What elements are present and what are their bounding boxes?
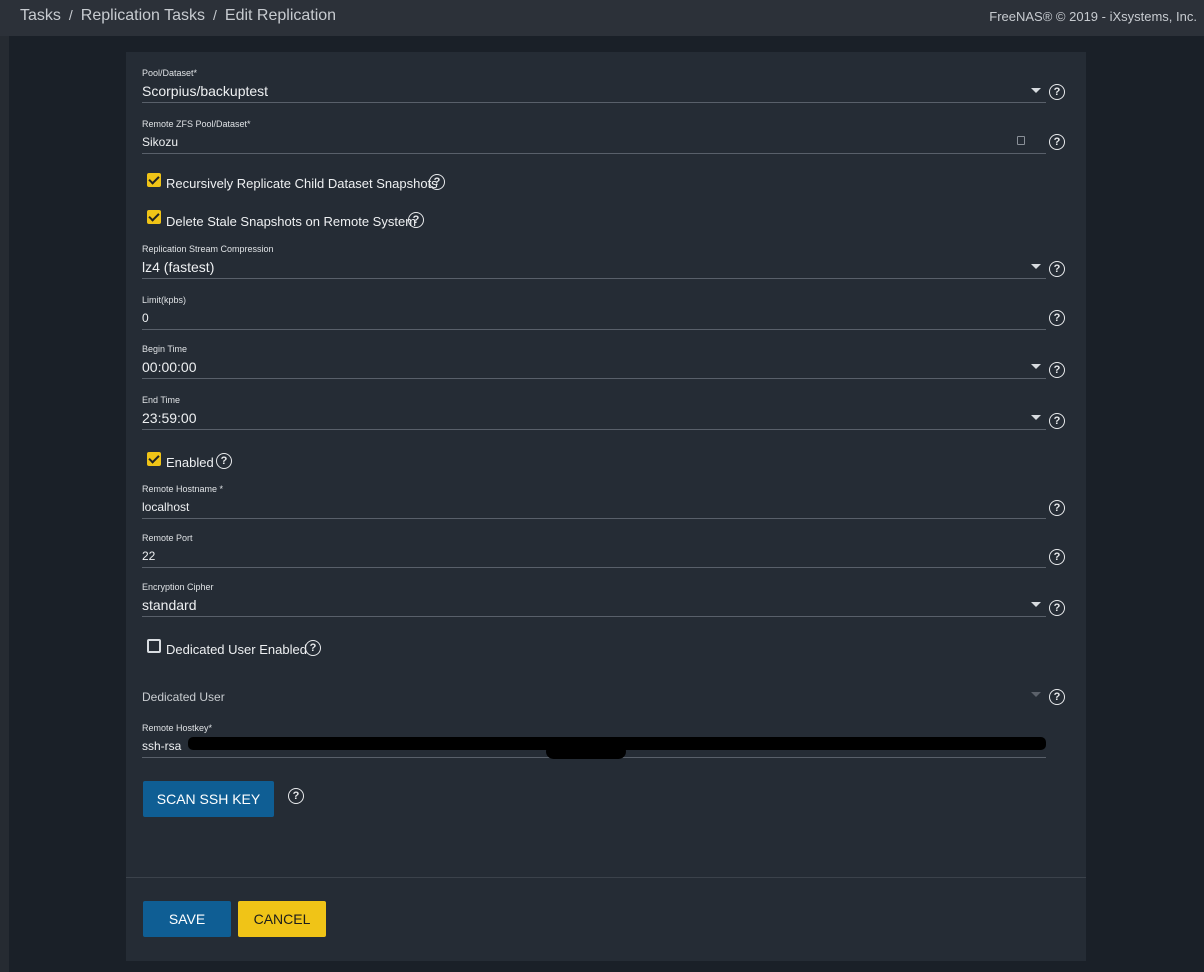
save-button[interactable]: SAVE: [143, 901, 231, 937]
begin-time-select[interactable]: Begin Time 00:00:00: [142, 343, 1046, 379]
help-icon[interactable]: ?: [1049, 362, 1065, 378]
breadcrumb-tasks[interactable]: Tasks: [20, 7, 61, 24]
caret-down-icon[interactable]: [1031, 602, 1041, 607]
help-icon[interactable]: ?: [1049, 413, 1065, 429]
breadcrumb: Tasks / Replication Tasks / Edit Replication: [20, 7, 336, 25]
help-icon[interactable]: ?: [408, 212, 424, 228]
cipher-label: Encryption Cipher: [142, 582, 214, 592]
pool-dataset-select[interactable]: Pool/Dataset* Scorpius/backuptest: [142, 67, 1046, 103]
limit-value: 0: [142, 311, 149, 325]
field-underline: [142, 329, 1046, 330]
breadcrumb-separator: /: [213, 7, 217, 23]
caret-down-icon[interactable]: [1031, 415, 1041, 420]
end-time-value: 23:59:00: [142, 410, 197, 426]
enabled-checkbox[interactable]: [147, 452, 161, 466]
copyright-text: FreeNAS® © 2019 - iXsystems, Inc.: [989, 9, 1197, 24]
recursive-checkbox[interactable]: [147, 173, 161, 187]
dedicated-user-enabled-checkbox[interactable]: [147, 639, 161, 653]
sidebar-edge: [0, 36, 9, 972]
caret-down-icon[interactable]: [1031, 692, 1041, 697]
cancel-button[interactable]: CANCEL: [238, 901, 326, 937]
field-underline: [142, 616, 1046, 617]
field-underline: [142, 153, 1046, 154]
remote-dataset-label: Remote ZFS Pool/Dataset*: [142, 119, 251, 129]
help-icon[interactable]: ?: [288, 788, 304, 804]
remote-hostname-input[interactable]: Remote Hostname * localhost: [142, 483, 1046, 519]
help-icon[interactable]: ?: [1049, 500, 1065, 516]
enabled-label: Enabled: [166, 455, 214, 470]
limit-label: Limit(kpbs): [142, 295, 187, 305]
recursive-label: Recursively Replicate Child Dataset Snap…: [166, 176, 438, 191]
caret-down-icon[interactable]: [1031, 264, 1041, 269]
help-icon[interactable]: ?: [1049, 689, 1065, 705]
help-icon[interactable]: ?: [1049, 261, 1065, 277]
help-icon[interactable]: ?: [1049, 134, 1065, 150]
cipher-select[interactable]: Encryption Cipher standard: [142, 581, 1046, 617]
cipher-value: standard: [142, 597, 197, 613]
pool-dataset-label: Pool/Dataset*: [142, 68, 198, 78]
remote-port-input[interactable]: Remote Port 22: [142, 532, 1046, 568]
replication-form-card: Pool/Dataset* Scorpius/backuptest ? Remo…: [126, 52, 1086, 961]
dedicated-user-select[interactable]: Dedicated User: [142, 685, 1046, 706]
begin-time-label: Begin Time: [142, 344, 188, 354]
remote-port-label: Remote Port: [142, 533, 193, 543]
remote-port-value: 22: [142, 549, 156, 563]
field-underline: [142, 102, 1046, 103]
remote-dataset-value: Sikozu: [142, 135, 179, 149]
caret-down-icon[interactable]: [1031, 364, 1041, 369]
breadcrumb-replication-tasks[interactable]: Replication Tasks: [81, 7, 205, 24]
limit-input[interactable]: Limit(kpbs) 0: [142, 294, 1046, 330]
breadcrumb-edit-replication: Edit Replication: [224, 7, 337, 24]
scan-ssh-key-button[interactable]: SCAN SSH KEY: [143, 781, 274, 817]
top-bar: Tasks / Replication Tasks / Edit Replication…: [0, 0, 1204, 36]
help-icon[interactable]: ?: [305, 640, 321, 656]
help-icon[interactable]: ?: [216, 453, 232, 469]
remote-hostkey-label: Remote Hostkey*: [142, 723, 213, 733]
field-underline: [142, 518, 1046, 519]
delete-stale-checkbox[interactable]: [147, 210, 161, 224]
remote-dataset-input[interactable]: Remote ZFS Pool/Dataset* Sikozu: [142, 118, 1046, 154]
dedicated-user-placeholder: Dedicated User: [142, 690, 225, 704]
breadcrumb-separator: /: [68, 7, 73, 23]
end-time-select[interactable]: End Time 23:59:00: [142, 394, 1046, 430]
field-underline: [142, 378, 1046, 379]
field-underline: [142, 278, 1046, 279]
begin-time-value: 00:00:00: [142, 359, 197, 375]
end-time-label: End Time: [142, 395, 181, 405]
remote-hostname-label: Remote Hostname *: [142, 484, 224, 494]
divider: [126, 877, 1086, 878]
dedicated-user-enabled-label: Dedicated User Enabled: [166, 642, 307, 657]
help-icon[interactable]: ?: [1049, 549, 1065, 565]
compression-select[interactable]: Replication Stream Compression lz4 (fast…: [142, 243, 1046, 279]
pool-dataset-value: Scorpius/backuptest: [142, 83, 269, 99]
key-icon[interactable]: [1017, 136, 1025, 145]
field-underline: [142, 429, 1046, 430]
delete-stale-label: Delete Stale Snapshots on Remote System: [166, 214, 417, 229]
help-icon[interactable]: ?: [1049, 600, 1065, 616]
field-underline: [142, 567, 1046, 568]
remote-hostname-value: localhost: [142, 500, 190, 514]
redaction-mark: [546, 744, 626, 759]
compression-value: lz4 (fastest): [142, 259, 215, 275]
caret-down-icon[interactable]: [1031, 88, 1041, 93]
help-icon[interactable]: ?: [1049, 84, 1065, 100]
help-icon[interactable]: ?: [429, 174, 445, 190]
help-icon[interactable]: ?: [1049, 310, 1065, 326]
compression-label: Replication Stream Compression: [142, 244, 274, 254]
